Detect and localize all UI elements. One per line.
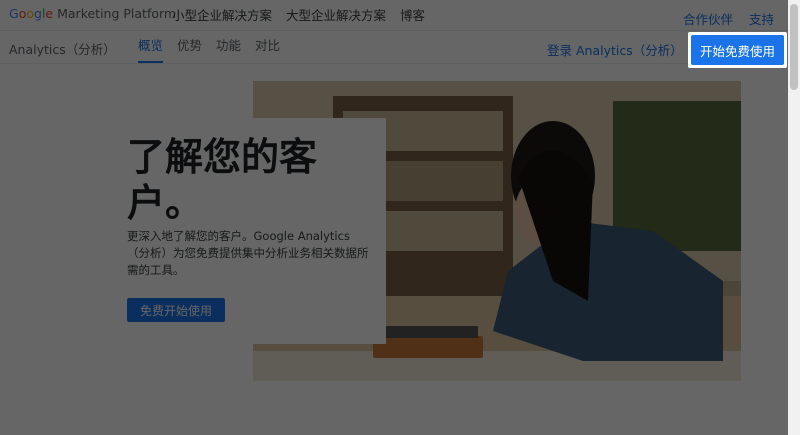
top-right-links: 合作伙伴 支持 xyxy=(683,9,774,28)
start-free-button[interactable]: 开始免费使用 xyxy=(691,35,784,65)
page-scrollbar[interactable] xyxy=(788,0,800,435)
top-bar: Google Marketing Platform 小型企业解决方案 大型企业解… xyxy=(0,0,788,30)
nav-enterprise[interactable]: 大型企业解决方案 xyxy=(286,5,386,24)
login-link[interactable]: 登录 Analytics（分析） xyxy=(547,40,683,59)
partners-link[interactable]: 合作伙伴 xyxy=(683,9,733,28)
support-link[interactable]: 支持 xyxy=(749,9,774,28)
tab-overview[interactable]: 概览 xyxy=(138,31,164,63)
nav-blog[interactable]: 博客 xyxy=(400,5,425,24)
logo-text: Marketing Platform xyxy=(57,6,177,21)
google-marketing-platform-logo[interactable]: Google Marketing Platform xyxy=(9,6,176,21)
product-tabs: 概览 优势 功能 对比 xyxy=(138,31,280,63)
hero-description: 更深入地了解您的客户。Google Analytics（分析）为您免费提供集中分… xyxy=(127,229,369,277)
nav-small-business[interactable]: 小型企业解决方案 xyxy=(172,5,272,24)
product-name[interactable]: Analytics（分析） xyxy=(9,39,116,58)
tab-compare[interactable]: 对比 xyxy=(255,31,280,63)
hero-title: 了解您的客户。 xyxy=(127,135,318,225)
tab-benefits[interactable]: 优势 xyxy=(177,31,202,63)
hero-card: 了解您的客户。 更深入地了解您的客户。Google Analytics（分析）为… xyxy=(115,118,386,344)
hero-start-free-button[interactable]: 免费开始使用 xyxy=(127,298,225,322)
scroll-thumb[interactable] xyxy=(790,4,798,90)
top-nav: 小型企业解决方案 大型企业解决方案 博客 xyxy=(172,5,425,24)
google-wordmark: Google xyxy=(9,6,54,21)
product-subnav: Analytics（分析） 概览 优势 功能 对比 登录 Analytics（分… xyxy=(0,30,788,64)
tab-features[interactable]: 功能 xyxy=(216,31,241,63)
cta-highlight: 开始免费使用 xyxy=(688,32,787,68)
